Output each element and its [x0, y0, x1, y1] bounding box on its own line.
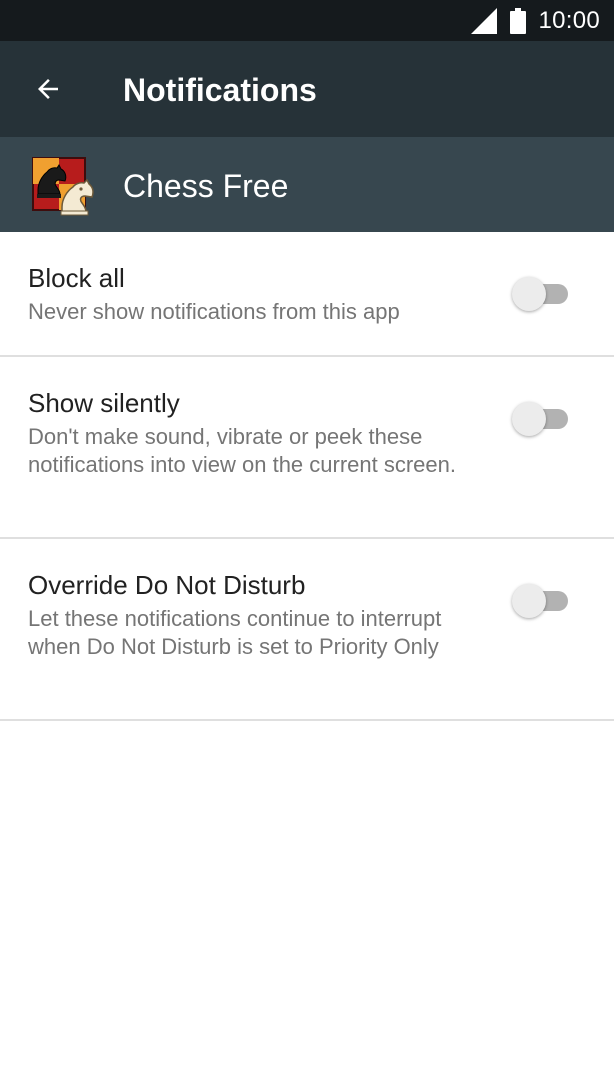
- app-header: Chess Free: [0, 137, 614, 232]
- status-icons: 10:00: [470, 0, 600, 41]
- override-dnd-setting[interactable]: Override Do Not Disturb Let these notifi…: [0, 539, 614, 721]
- override-dnd-switch[interactable]: [512, 584, 568, 618]
- setting-text: Show silently Don't make sound, vibrate …: [28, 387, 468, 479]
- switch-thumb: [512, 277, 546, 311]
- page-title: Notifications: [123, 72, 317, 108]
- block-all-switch[interactable]: [512, 277, 568, 311]
- setting-title: Block all: [28, 263, 125, 293]
- block-all-setting[interactable]: Block all Never show notifications from …: [0, 232, 614, 357]
- setting-text: Override Do Not Disturb Let these notifi…: [28, 569, 468, 661]
- setting-summary: Let these notifications continue to inte…: [28, 606, 442, 659]
- settings-list: Block all Never show notifications from …: [0, 232, 614, 721]
- setting-summary: Never show notifications from this app: [28, 299, 400, 324]
- back-button[interactable]: [20, 65, 76, 113]
- setting-title: Override Do Not Disturb: [28, 570, 306, 600]
- toolbar: Notifications: [0, 41, 614, 137]
- setting-summary: Don't make sound, vibrate or peek these …: [28, 424, 457, 477]
- status-bar: 10:00: [0, 0, 614, 41]
- battery-icon: [510, 7, 527, 34]
- chess-knight-icon: [32, 156, 94, 216]
- back-arrow-icon: [33, 74, 63, 104]
- setting-title: Show silently: [28, 388, 180, 418]
- setting-text: Block all Never show notifications from …: [28, 262, 468, 326]
- switch-thumb: [512, 584, 546, 618]
- signal-icon: [470, 7, 498, 35]
- switch-thumb: [512, 402, 546, 436]
- app-name: Chess Free: [123, 168, 289, 204]
- status-clock: 10:00: [538, 6, 600, 34]
- show-silently-switch[interactable]: [512, 402, 568, 436]
- show-silently-setting[interactable]: Show silently Don't make sound, vibrate …: [0, 357, 614, 539]
